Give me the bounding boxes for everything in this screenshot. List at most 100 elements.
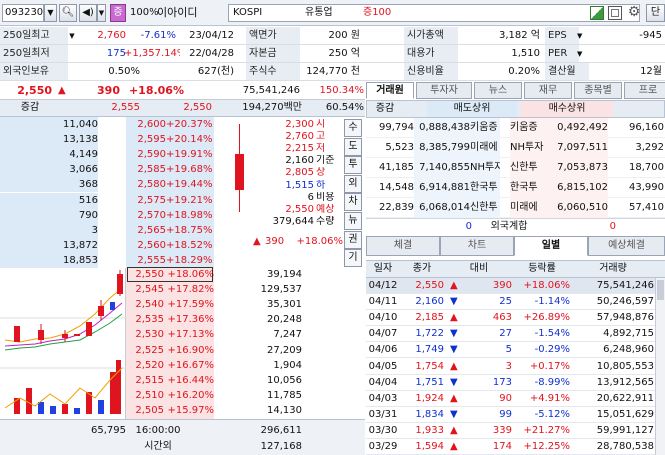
bid-row: 2,545 +17.82% 129,537 <box>126 282 366 297</box>
speaker-icon[interactable]: ◀) <box>79 4 97 22</box>
bid-row: 2,530 +17.13% 7,247 <box>126 327 366 342</box>
code-dropdown-button[interactable]: ▼ <box>44 4 57 22</box>
bid-price[interactable]: 2,515 <box>128 373 164 388</box>
sell-broker[interactable]: 미래에 <box>470 138 500 158</box>
daily-volume: 10,805,553 <box>596 360 654 372</box>
search-icon[interactable]: 🔍︎ <box>59 4 77 22</box>
side-button[interactable]: 뉴 <box>344 212 362 230</box>
buy-broker[interactable]: 키움증 <box>510 118 550 138</box>
side-button[interactable]: 수 <box>344 119 362 137</box>
daily-row[interactable]: 04/03 1,924 ▲ 90 +4.91% 20,622,911 <box>366 391 655 407</box>
stock-code-input[interactable]: 093230 <box>2 4 44 22</box>
daily-volume: 28,780,538 <box>596 441 654 452</box>
volume-bar <box>74 408 80 414</box>
daily-row[interactable]: 03/29 1,594 ▲ 174 +12.25% 28,780,538 <box>366 439 655 455</box>
sell-broker[interactable]: 한국투 <box>470 178 500 198</box>
foreign-hold-rate: 0.50% <box>108 66 140 77</box>
daily-row[interactable]: 04/07 1,722 ▼ 27 -1.54% 4,892,715 <box>366 326 655 343</box>
daily-row[interactable]: 04/11 2,160 ▼ 25 -1.14% 50,246,597 <box>366 294 655 311</box>
side-button[interactable]: 외 <box>344 174 362 193</box>
daily-row[interactable]: 03/30 1,933 ▲ 339 +21.27% 59,991,127 <box>366 423 655 439</box>
sell-broker[interactable]: 신한투 <box>470 198 500 218</box>
bid-price[interactable]: 2,510 <box>128 388 164 403</box>
tab-chart[interactable]: 차트 <box>440 236 514 256</box>
eps-value: -945 <box>639 30 662 41</box>
bid-qty: 1,904 <box>273 359 302 371</box>
buy-change: 57,410 <box>629 202 664 213</box>
ask-price[interactable]: 2,590 <box>128 147 166 163</box>
bid-qty: 27,209 <box>267 344 302 356</box>
daily-change: 173 <box>492 376 512 388</box>
bid-row: 2,510 +16.20% 11,785 <box>126 388 366 403</box>
ask-price[interactable]: 2,580 <box>128 177 166 193</box>
eps-dropdown-icon[interactable]: ▼ <box>577 29 585 43</box>
bid-price[interactable]: 2,530 <box>128 327 164 342</box>
buy-broker[interactable]: 미래에 <box>510 198 550 218</box>
sell-broker[interactable]: 키움증 <box>470 118 500 138</box>
daily-row[interactable]: 04/06 1,749 ▼ 5 -0.29% 6,248,960 <box>366 342 655 359</box>
daily-row[interactable]: 04/04 1,751 ▼ 173 -8.99% 13,912,565 <box>366 375 655 391</box>
day-candle <box>232 120 248 232</box>
tab-broker[interactable]: 거래원 <box>366 82 414 99</box>
bid-price[interactable]: 2,540 <box>128 297 164 312</box>
bid-price[interactable]: 2,535 <box>128 312 164 327</box>
low-250-rate: +1,357.14% <box>124 48 180 59</box>
buy-broker[interactable]: 한국투 <box>510 178 550 198</box>
per-dropdown-icon[interactable]: ▼ <box>577 47 585 61</box>
side-button[interactable]: 기 <box>344 249 362 268</box>
ask-price[interactable]: 2,555 <box>128 252 166 268</box>
quote-subheader: 증감 2,555 2,550 194,270백만 60.54% <box>0 100 365 117</box>
single-price-button[interactable]: 단 <box>646 4 665 22</box>
gear-icon[interactable]: ⚙ <box>626 3 642 21</box>
ask-price[interactable]: 2,570 <box>128 207 166 223</box>
side-button[interactable]: 차 <box>344 193 362 212</box>
tab-daily[interactable]: 일별 <box>514 236 588 256</box>
daily-row[interactable]: 03/31 1,834 ▼ 99 -5.12% 15,051,629 <box>366 407 655 423</box>
sell-change: 5,523 <box>385 142 414 153</box>
side-button[interactable]: 권 <box>344 230 362 249</box>
daily-scrollbar[interactable] <box>655 278 665 455</box>
ask-price[interactable]: 2,600 <box>128 117 166 132</box>
ask-qty: 13,872 <box>0 237 98 253</box>
ask-price[interactable]: 2,575 <box>128 192 166 208</box>
tab-program[interactable]: 프로 <box>624 82 665 99</box>
volume-ratio: 150.34% <box>319 85 365 96</box>
daily-date: 04/07 <box>368 328 398 340</box>
daily-row[interactable]: 04/05 1,754 ▲ 3 +0.17% 10,805,553 <box>366 359 655 375</box>
bid-price[interactable]: 2,525 <box>128 343 164 358</box>
daily-rate: +0.17% <box>529 360 570 372</box>
high-dropdown-icon[interactable]: ▼ <box>68 29 76 43</box>
daily-row[interactable]: 04/10 2,185 ▲ 463 +26.89% 57,948,876 <box>366 310 655 327</box>
ask-price[interactable]: 2,585 <box>128 162 166 178</box>
toolbar: 093230 ▼ 🔍︎ ◀) ▼ 증 100% 이아이디 KOSPI 유통업 증… <box>0 0 665 26</box>
bid-price[interactable]: 2,545 <box>128 282 164 297</box>
tab-expected[interactable]: 예상체결 <box>588 236 665 256</box>
tab-finance[interactable]: 재무 <box>524 82 572 99</box>
bid-price[interactable]: 2,520 <box>128 358 164 373</box>
daily-row[interactable]: 04/12 2,550 ▲ 390 +18.06% 75,541,246 <box>366 278 655 294</box>
shares-value: 124,770 천 <box>306 66 360 77</box>
buy-broker[interactable]: NH투자 <box>510 138 550 158</box>
current-price-marker <box>127 267 213 282</box>
tab-news[interactable]: 뉴스 <box>474 82 522 99</box>
ask-price[interactable]: 2,560 <box>128 237 166 253</box>
ohlc-value: 2,160 <box>285 155 314 167</box>
sell-broker[interactable]: NH투자 <box>470 158 500 178</box>
ask-price[interactable]: 2,595 <box>128 132 166 148</box>
buy-broker[interactable]: 신한투 <box>510 158 550 178</box>
ask-price[interactable]: 2,565 <box>128 222 166 238</box>
speaker-dropdown[interactable]: ▼ <box>97 4 106 22</box>
layout-icon[interactable] <box>608 6 622 20</box>
ask-rate: +18.52% <box>166 237 212 253</box>
tab-sector[interactable]: 종목별 <box>574 82 622 99</box>
daily-change: 25 <box>499 296 512 308</box>
window-icon[interactable] <box>590 6 604 20</box>
tab-investor[interactable]: 투자자 <box>416 82 472 99</box>
bid-price[interactable]: 2,505 <box>128 403 164 418</box>
side-button[interactable]: 도 <box>344 137 362 156</box>
tab-trades[interactable]: 체결 <box>366 236 440 256</box>
side-button[interactable]: 투 <box>344 156 362 175</box>
bid-total: 296,611 <box>260 425 302 436</box>
daily-date: 04/06 <box>368 344 398 356</box>
ask-row: 11,040 2,600 +20.37% <box>0 117 250 132</box>
